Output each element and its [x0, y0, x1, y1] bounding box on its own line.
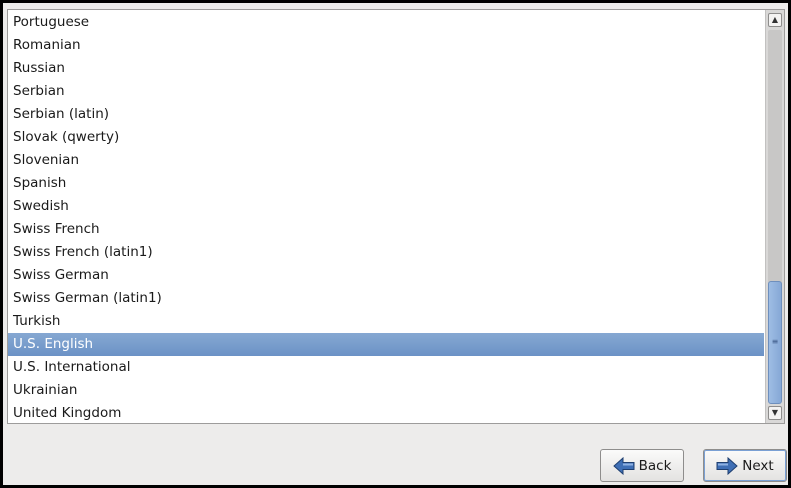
list-item[interactable]: Portuguese — [8, 11, 764, 34]
installer-window: Portuguese Romanian Russian Serbian Serb… — [0, 0, 791, 488]
list-item[interactable]: Spanish — [8, 172, 764, 195]
arrow-right-icon — [716, 456, 739, 475]
list-item[interactable]: Swedish — [8, 195, 764, 218]
list-item[interactable]: Swiss German — [8, 264, 764, 287]
scrollbar-thumb[interactable]: ≡ — [768, 281, 782, 404]
list-item[interactable]: Turkish — [8, 310, 764, 333]
scroll-up-icon[interactable]: ▲ — [768, 13, 782, 27]
list-item-selected[interactable]: U.S. English — [8, 333, 764, 356]
keyboard-layout-list-frame: Portuguese Romanian Russian Serbian Serb… — [7, 9, 785, 424]
list-item[interactable]: Romanian — [8, 34, 764, 57]
list-item[interactable]: United Kingdom — [8, 402, 764, 423]
back-button-label: Back — [638, 457, 672, 474]
keyboard-layout-list[interactable]: Portuguese Romanian Russian Serbian Serb… — [8, 10, 764, 423]
back-button[interactable]: Back — [600, 449, 684, 482]
next-button-label: Next — [742, 457, 774, 474]
next-button[interactable]: Next — [703, 449, 787, 482]
list-item[interactable]: Slovenian — [8, 149, 764, 172]
list-item[interactable]: Serbian — [8, 80, 764, 103]
vertical-scrollbar[interactable]: ▲ ≡ ▼ — [765, 10, 784, 423]
list-item[interactable]: U.S. International — [8, 356, 764, 379]
arrow-left-icon — [612, 456, 635, 475]
list-item[interactable]: Swiss French (latin1) — [8, 241, 764, 264]
grip-icon: ≡ — [771, 337, 779, 346]
list-item[interactable]: Slovak (qwerty) — [8, 126, 764, 149]
scroll-down-icon[interactable]: ▼ — [768, 406, 782, 420]
list-item[interactable]: Russian — [8, 57, 764, 80]
list-item[interactable]: Ukrainian — [8, 379, 764, 402]
list-item[interactable]: Swiss German (latin1) — [8, 287, 764, 310]
list-item[interactable]: Swiss French — [8, 218, 764, 241]
list-item[interactable]: Serbian (latin) — [8, 103, 764, 126]
